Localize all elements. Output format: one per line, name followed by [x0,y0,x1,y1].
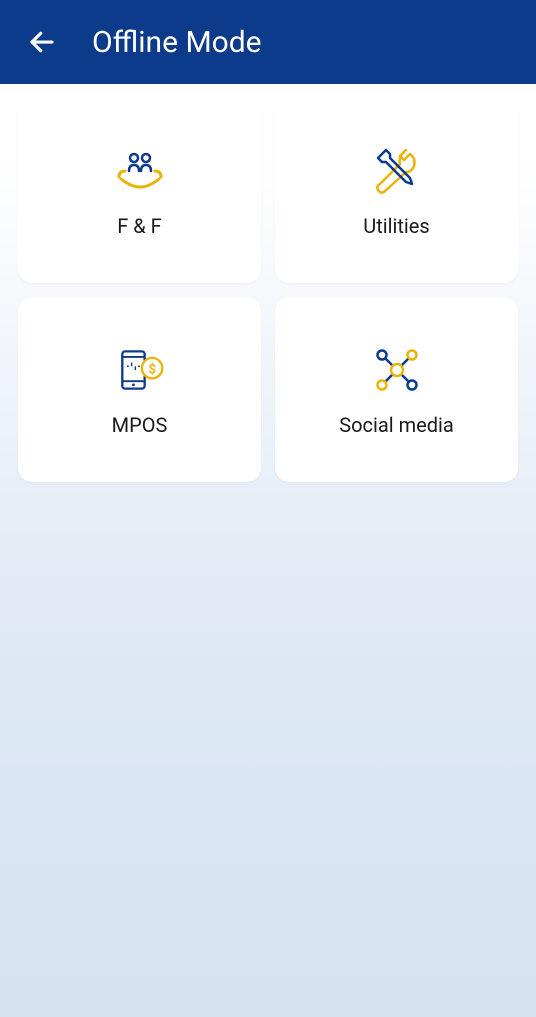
back-arrow-icon [27,27,57,57]
card-social-media[interactable]: Social media [275,297,518,482]
card-label: MPOS [112,413,168,437]
card-label: F & F [117,214,161,238]
tools-icon [370,144,424,198]
phone-pay-icon: $ [113,343,167,397]
card-label: Social media [339,413,453,437]
card-label: Utilities [363,214,429,238]
network-icon [370,343,424,397]
card-mpos[interactable]: $ MPOS [18,297,261,482]
card-grid: F & F Utilities $ M [0,84,536,496]
card-friends-family[interactable]: F & F [18,98,261,283]
card-utilities[interactable]: Utilities [275,98,518,283]
back-button[interactable] [20,20,64,64]
app-header: Offline Mode [0,0,536,84]
svg-text:$: $ [148,362,155,377]
friends-icon [113,144,167,198]
page-title: Offline Mode [92,25,262,60]
